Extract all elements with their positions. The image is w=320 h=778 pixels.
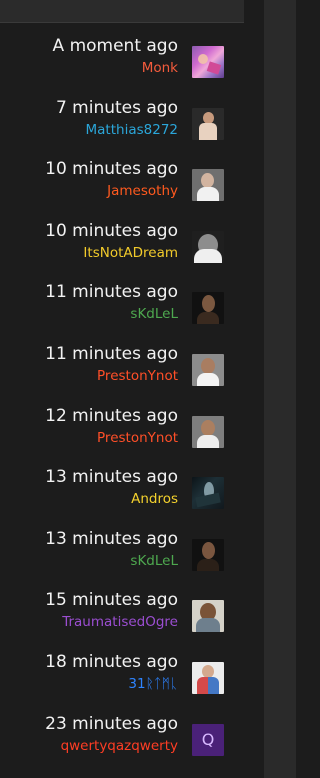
monk-avatar-icon[interactable] [192, 46, 224, 78]
feed-item-text: 13 minutes ago sKdLeL [45, 529, 178, 570]
feed-item-text: 11 minutes ago sKdLeL [45, 282, 178, 323]
username-link[interactable]: ItsNotADream [83, 244, 178, 262]
top-panel [0, 0, 244, 23]
prestonynot-avatar-icon[interactable] [192, 353, 224, 386]
qwertyqazqwerty-avatar-icon[interactable]: Q [192, 723, 224, 756]
username-link[interactable]: qwertyqazqwerty [61, 737, 178, 755]
right-scroll-rail[interactable] [264, 0, 296, 778]
prestonynot-avatar-icon[interactable] [192, 415, 224, 448]
feed-item-text: 10 minutes ago ItsNotADream [45, 221, 178, 262]
feed-item[interactable]: 15 minutes ago TraumatisedOgre [0, 590, 264, 652]
time-ago: 11 minutes ago [45, 282, 178, 303]
username-link[interactable]: 31ᚱᛏᛗᚳ [128, 675, 178, 693]
feed-item[interactable]: 11 minutes ago PrestonYnot [0, 344, 264, 406]
feed-item-text: A moment ago Monk [53, 36, 178, 77]
matthias8272-avatar-icon[interactable] [192, 107, 224, 140]
time-ago: 18 minutes ago [45, 651, 178, 672]
feed-item[interactable]: 13 minutes ago Andros [0, 467, 264, 529]
username-link[interactable]: Andros [131, 490, 178, 508]
feed-item[interactable]: 12 minutes ago PrestonYnot [0, 406, 264, 468]
username-link[interactable]: sKdLeL [130, 552, 178, 570]
feed-item-text: 7 minutes ago Matthias8272 [56, 98, 178, 139]
feed-item[interactable]: 11 minutes ago sKdLeL [0, 282, 264, 344]
activity-feed: A moment ago Monk 7 minutes ago Matthias… [0, 36, 264, 775]
username-link[interactable]: PrestonYnot [97, 429, 178, 447]
feed-item[interactable]: A moment ago Monk [0, 36, 264, 98]
feed-item-text: 23 minutes ago qwertyqazqwerty [45, 714, 178, 755]
time-ago: 11 minutes ago [45, 343, 178, 364]
username-link[interactable]: Monk [142, 59, 178, 77]
feed-item[interactable]: 10 minutes ago ItsNotADream [0, 221, 264, 283]
feed-item-text: 13 minutes ago Andros [45, 467, 178, 508]
jamesothy-avatar-icon[interactable] [192, 169, 224, 202]
feed-item-text: 12 minutes ago PrestonYnot [45, 406, 178, 447]
feed-item[interactable]: 10 minutes ago Jamesothy [0, 159, 264, 221]
time-ago: 12 minutes ago [45, 405, 178, 426]
feed-item[interactable]: 18 minutes ago 31ᚱᛏᛗᚳ [0, 652, 264, 714]
time-ago: 7 minutes ago [55, 97, 178, 118]
username-link[interactable]: TraumatisedOgre [62, 613, 178, 631]
time-ago: A moment ago [52, 36, 178, 56]
feed-item[interactable]: 13 minutes ago sKdLeL [0, 529, 264, 591]
feed-item-text: 11 minutes ago PrestonYnot [45, 344, 178, 385]
time-ago: 13 minutes ago [45, 528, 178, 549]
time-ago: 10 minutes ago [45, 159, 178, 180]
feed-item[interactable]: 7 minutes ago Matthias8272 [0, 98, 264, 160]
time-ago: 23 minutes ago [45, 713, 178, 734]
feed-item-text: 18 minutes ago 31ᚱᛏᛗᚳ [45, 652, 178, 693]
time-ago: 15 minutes ago [45, 590, 178, 611]
andros-avatar-icon[interactable] [192, 477, 224, 510]
username-link[interactable]: Matthias8272 [86, 121, 178, 139]
traumatisedogre-avatar-icon[interactable] [192, 600, 224, 633]
feed-item-text: 10 minutes ago Jamesothy [45, 159, 178, 200]
time-ago: 10 minutes ago [45, 220, 178, 241]
skdlel-avatar-icon[interactable] [192, 292, 224, 325]
username-link[interactable]: sKdLeL [130, 305, 178, 323]
31rtmk-avatar-icon[interactable] [192, 661, 224, 694]
skdlel-avatar-icon[interactable] [192, 538, 224, 571]
itsnotadream-avatar-icon[interactable] [192, 230, 224, 263]
username-link[interactable]: PrestonYnot [97, 367, 178, 385]
feed-item[interactable]: 23 minutes ago qwertyqazqwerty Q [0, 714, 264, 776]
time-ago: 13 minutes ago [45, 467, 178, 488]
feed-item-text: 15 minutes ago TraumatisedOgre [45, 590, 178, 631]
username-link[interactable]: Jamesothy [107, 182, 178, 200]
